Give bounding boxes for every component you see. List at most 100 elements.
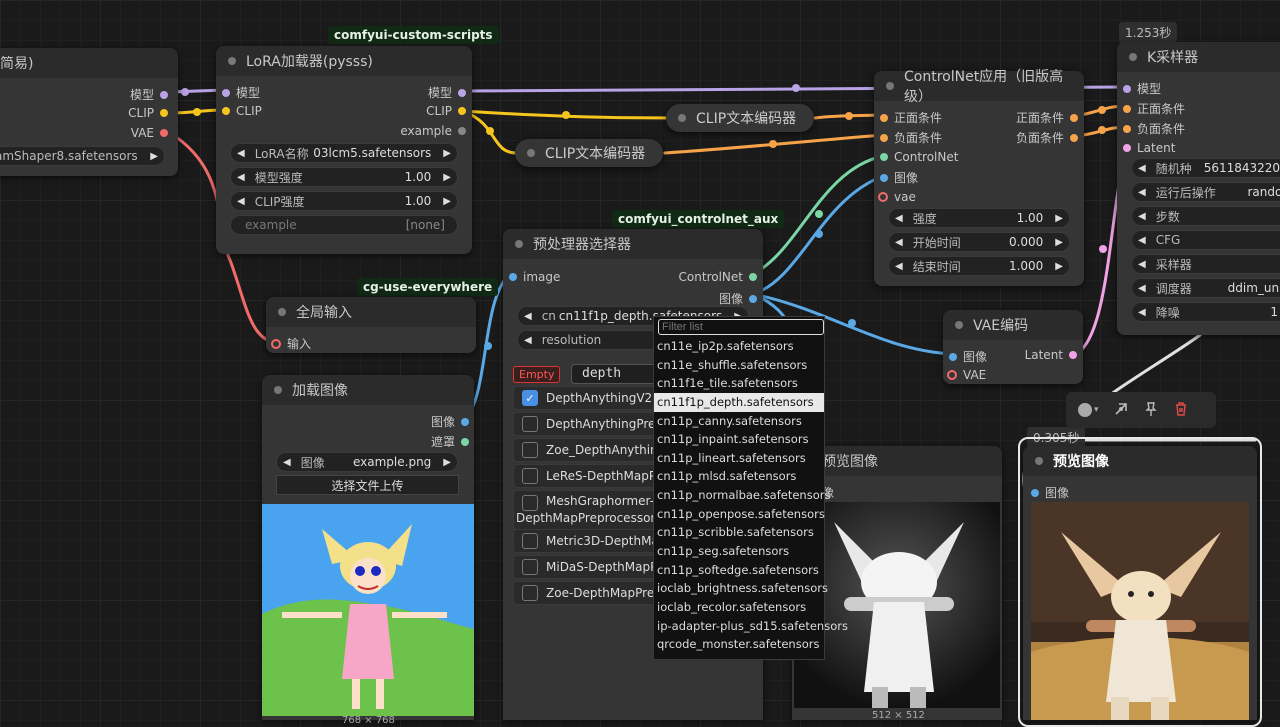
clip-strength-widget[interactable]: ◀ CLIP强度 1.00 ▶ — [230, 191, 458, 211]
dropdown-item[interactable]: cn11p_mlsd.safetensors — [654, 467, 824, 486]
dropdown-item[interactable]: cn11p_softedge.safetensors — [654, 561, 824, 580]
arrow-right-icon[interactable]: ▶ — [437, 196, 457, 207]
preprocessor-option[interactable]: Zoe_DepthAnythingPre — [513, 438, 661, 462]
output-clip[interactable]: CLIP — [128, 106, 168, 120]
dropdown-item[interactable]: cn11p_scribble.safetensors — [654, 523, 824, 542]
denoise-widget[interactable]: ◀ 降噪 1 — [1131, 302, 1280, 322]
input-controlnet[interactable]: ControlNet — [880, 150, 958, 164]
input-image[interactable]: image — [509, 270, 560, 284]
slot-dot[interactable] — [1123, 124, 1131, 133]
arrow-left-icon[interactable]: ◀ — [231, 196, 251, 207]
example-widget[interactable]: example [none] — [230, 215, 458, 235]
slot-dot[interactable] — [1123, 84, 1131, 93]
arrow-left-icon[interactable]: ◀ — [1132, 211, 1152, 222]
input-model[interactable]: 模型 — [1123, 80, 1161, 97]
global-input-node[interactable]: 全局输入 输入 — [266, 297, 476, 353]
arrow-right-icon[interactable]: ▶ — [437, 457, 457, 468]
dropdown-item[interactable]: ioclab_recolor.safetensors — [654, 598, 824, 617]
collapse-dot-icon[interactable] — [527, 149, 535, 157]
collapse-dot-icon[interactable] — [886, 82, 894, 90]
image-select-widget[interactable]: ◀ 图像 example.png ▶ — [276, 452, 458, 472]
dropdown-item[interactable]: cn11e_shuffle.safetensors — [654, 356, 824, 375]
seed-widget[interactable]: ◀随机种 561184322085 — [1131, 158, 1280, 178]
checkbox-checked-icon[interactable]: ✓ — [522, 390, 538, 406]
output-mask[interactable]: 遮罩 — [431, 433, 469, 450]
bypass-icon[interactable] — [1113, 401, 1129, 420]
vae-encode-node[interactable]: VAE编码 图像 VAE Latent — [943, 310, 1083, 384]
controlnet-apply-node[interactable]: ControlNet应用（旧版高级） 正面条件 负面条件 ControlNet … — [874, 69, 1084, 286]
collapse-dot-icon[interactable] — [678, 114, 686, 122]
arrow-left-icon[interactable]: ◀ — [1132, 163, 1152, 174]
slot-dot[interactable] — [749, 294, 757, 303]
model-strength-widget[interactable]: ◀ 模型强度 1.00 ▶ — [230, 167, 458, 187]
input-image[interactable]: 图像 — [949, 348, 987, 365]
output-vae[interactable]: VAE — [131, 126, 168, 140]
arrow-left-icon[interactable]: ◀ — [231, 148, 251, 159]
node-header[interactable]: K采样器 — [1117, 42, 1280, 72]
ckpt-name-widget[interactable]: amShaper8.safetensors ▶ — [0, 146, 165, 166]
slot-dot[interactable] — [461, 437, 469, 446]
arrow-left-icon[interactable]: ◀ — [1132, 283, 1152, 294]
checkbox-icon[interactable] — [522, 468, 538, 484]
output-model[interactable]: 模型 — [130, 86, 168, 103]
slot-dot[interactable] — [271, 338, 281, 349]
slot-dot[interactable] — [880, 133, 888, 142]
dropdown-item[interactable]: cn11f1e_tile.safetensors — [654, 374, 824, 393]
clip-text-encoder-node[interactable]: CLIP文本编码器 — [515, 139, 663, 167]
input-negative[interactable]: 负面条件 — [880, 129, 942, 146]
pin-icon[interactable] — [1143, 401, 1159, 420]
slot-dot[interactable] — [458, 88, 466, 97]
collapse-dot-icon[interactable] — [1035, 457, 1043, 465]
arrow-left-icon[interactable]: ◀ — [889, 237, 909, 248]
arrow-left-icon[interactable]: ◀ — [1132, 187, 1152, 198]
output-image[interactable]: 图像 — [719, 290, 757, 307]
node-header[interactable]: ControlNet应用（旧版高级） — [874, 69, 1084, 105]
collapse-dot-icon[interactable] — [228, 57, 236, 65]
slot-dot[interactable] — [222, 88, 230, 97]
checkbox-icon[interactable] — [522, 585, 538, 601]
collapse-dot-icon[interactable] — [274, 386, 282, 394]
cn-model-dropdown[interactable]: cn11e_ip2p.safetensorscn11e_shuffle.safe… — [653, 316, 848, 660]
empty-button[interactable]: Empty — [513, 366, 561, 383]
arrow-left-icon[interactable]: ◀ — [889, 261, 909, 272]
dropdown-item[interactable]: ip-adapter-plus_sd15.safetensors — [654, 617, 848, 636]
output-latent[interactable]: Latent — [1025, 348, 1077, 362]
steps-widget[interactable]: ◀ 步数 — [1131, 206, 1280, 226]
preprocessor-option[interactable]: DepthAnythingPreproc — [513, 412, 661, 436]
checkbox-icon[interactable] — [522, 533, 538, 549]
output-clip[interactable]: CLIP — [426, 104, 466, 118]
node-header[interactable]: LoRA加载器(pysss) — [216, 46, 472, 76]
output-model[interactable]: 模型 — [428, 84, 466, 101]
dropdown-item[interactable]: cn11p_seg.safetensors — [654, 542, 824, 561]
load-image-node[interactable]: 加载图像 图像 遮罩 ◀ 图像 example.png ▶ 选择文件上传 768 × … — [262, 375, 474, 726]
control-after-generate-widget[interactable]: ◀运行后操作 random — [1131, 182, 1280, 202]
scheduler-widget[interactable]: ◀调度器 ddim_unifo — [1131, 278, 1280, 298]
arrow-left-icon[interactable]: ◀ — [518, 311, 538, 322]
arrow-left-icon[interactable]: ◀ — [277, 457, 297, 468]
slot-dot[interactable] — [880, 153, 888, 161]
arrow-left-icon[interactable]: ◀ — [231, 172, 251, 183]
arrow-right-icon[interactable]: ▶ — [1049, 237, 1069, 248]
input-latent[interactable]: Latent — [1123, 141, 1175, 155]
input-model[interactable]: 模型 — [222, 84, 260, 101]
preprocessor-option[interactable]: MeshGraphormer- DepthMapPreprocessor — [513, 490, 661, 530]
slot-dot[interactable] — [1069, 351, 1077, 359]
dropdown-item[interactable]: cn11p_inpaint.safetensors — [654, 430, 824, 449]
dropdown-filter-input[interactable] — [658, 319, 824, 335]
dropdown-item[interactable]: cn11e_ip2p.safetensors — [654, 337, 824, 356]
collapse-dot-icon[interactable] — [278, 308, 286, 316]
slot-dot[interactable] — [160, 109, 168, 117]
input-vae[interactable]: vae — [878, 190, 916, 204]
output-example[interactable]: example — [400, 124, 466, 138]
preprocessor-option[interactable]: ✓ DepthAnythingV2Prepr — [513, 386, 661, 410]
arrow-right-icon[interactable]: ▶ — [1049, 261, 1069, 272]
input-positive[interactable]: 正面条件 — [1123, 100, 1185, 117]
dropdown-item[interactable]: qrcode_monster.safetensors — [654, 635, 824, 654]
arrow-left-icon[interactable]: ◀ — [1132, 307, 1152, 318]
slot-dot[interactable] — [160, 90, 168, 99]
clip-text-encoder-node[interactable]: CLIP文本编码器 — [666, 104, 814, 132]
dropdown-item[interactable]: cn11p_normalbae.safetensors — [654, 486, 830, 505]
collapse-dot-icon[interactable] — [515, 240, 523, 248]
end-percent-widget[interactable]: ◀ 结束时间 1.000 ▶ — [888, 256, 1070, 276]
slot-dot[interactable] — [1031, 488, 1039, 497]
